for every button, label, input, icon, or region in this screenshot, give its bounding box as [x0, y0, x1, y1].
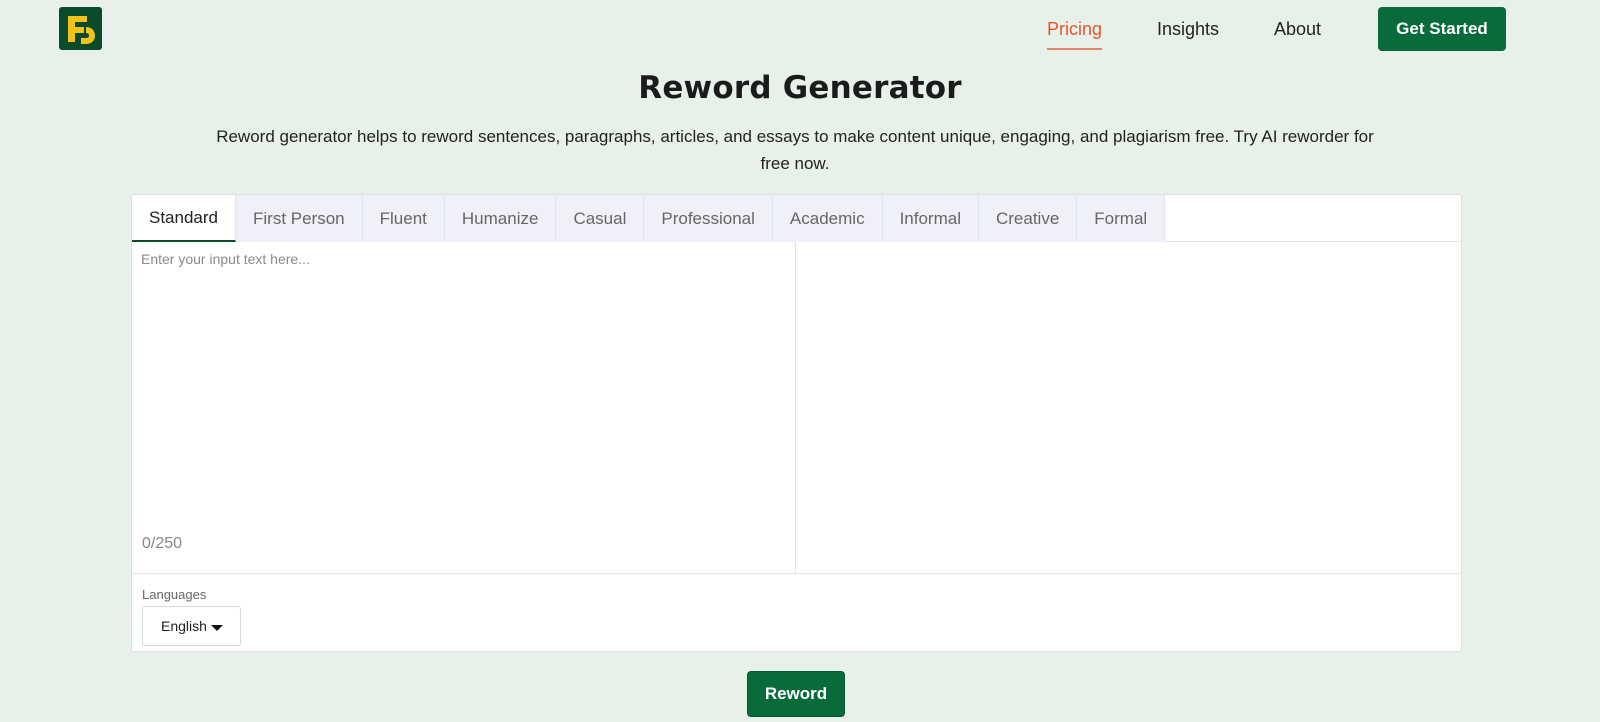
tab-creative[interactable]: Creative [978, 195, 1078, 242]
page-title: Reword Generator [638, 70, 962, 106]
tab-informal[interactable]: Informal [882, 195, 979, 242]
tab-fluent[interactable]: Fluent [362, 195, 445, 242]
site-header: Pricing Insights About Get Started [0, 0, 1600, 60]
language-selected-value: English [161, 618, 207, 634]
tab-first-person[interactable]: First Person [236, 195, 363, 242]
get-started-button[interactable]: Get Started [1378, 7, 1506, 51]
fg-logo-icon [68, 16, 95, 44]
tab-standard[interactable]: Standard [132, 195, 236, 242]
tab-professional[interactable]: Professional [644, 195, 773, 242]
nav-about-link[interactable]: About [1274, 18, 1321, 40]
languages-label: Languages [142, 587, 207, 602]
input-text-area[interactable] [141, 251, 786, 521]
character-counter: 0/250 [142, 535, 183, 552]
tab-humanize[interactable]: Humanize [444, 195, 557, 242]
tab-formal[interactable]: Formal [1077, 195, 1166, 242]
nav-pricing-link[interactable]: Pricing [1047, 18, 1103, 50]
nav-insights-link[interactable]: Insights [1157, 18, 1219, 40]
output-pane[interactable] [797, 242, 1461, 573]
mode-tabs: Standard First Person Fluent Humanize Ca… [132, 195, 1461, 242]
reword-button[interactable]: Reword [747, 671, 845, 717]
input-pane: 0/250 [132, 242, 796, 573]
tab-academic[interactable]: Academic [772, 195, 883, 242]
tabs-filler [1165, 195, 1461, 241]
caret-down-icon [210, 624, 223, 631]
tab-casual[interactable]: Casual [556, 195, 645, 242]
brand-logo[interactable] [59, 7, 102, 50]
reword-editor-card: Standard First Person Fluent Humanize Ca… [131, 194, 1462, 652]
language-dropdown[interactable]: English [142, 606, 241, 646]
editor-footer: Languages English [132, 573, 1461, 651]
page-subtitle: Reword generator helps to reword sentenc… [216, 127, 1374, 173]
